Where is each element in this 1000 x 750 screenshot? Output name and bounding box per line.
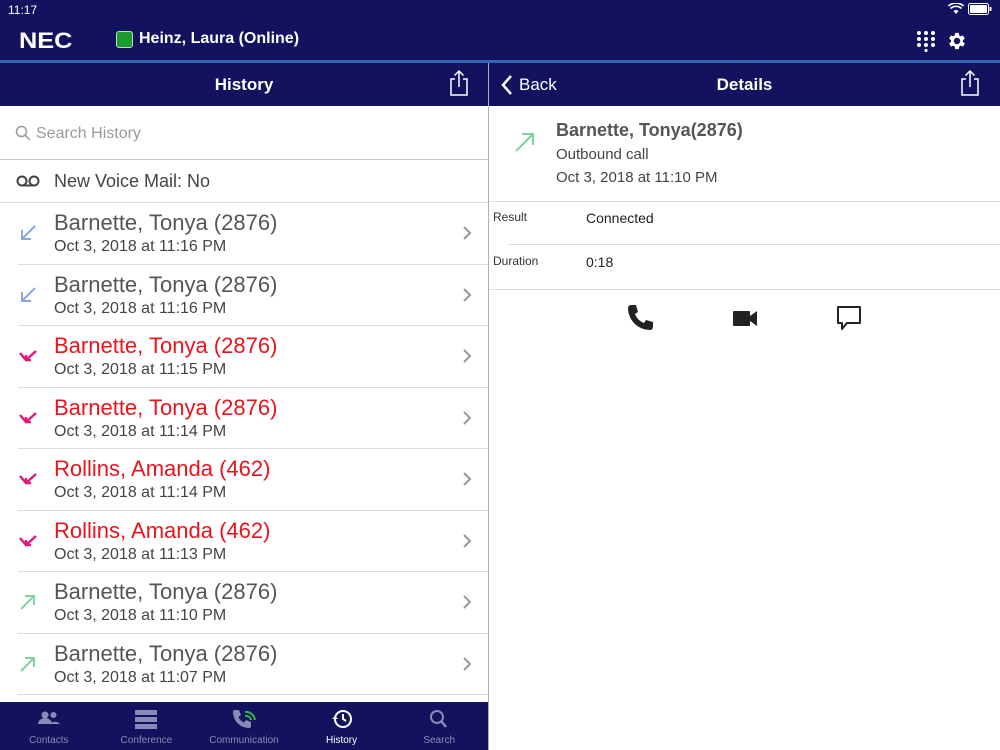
incoming-call-icon	[21, 225, 36, 240]
tab-history[interactable]: History	[293, 702, 391, 750]
history-list: Barnette, Tonya (2876) Oct 3, 2018 at 11:…	[0, 203, 488, 695]
history-date: Oct 3, 2018 at 11:14 PM	[54, 422, 227, 440]
details-title: Details	[716, 75, 773, 94]
result-label: Result	[493, 210, 528, 224]
history-date: Oct 3, 2018 at 11:16 PM	[54, 238, 227, 255]
divider	[509, 244, 1000, 245]
history-contact-name: Barnette, Tonya (2876)	[54, 579, 278, 604]
top-bar: 11:17 NEC Heinz, Laura (Online)	[0, 0, 1000, 63]
contact-name: Barnette, Tonya(2876)	[556, 120, 743, 140]
search-icon	[430, 710, 448, 728]
duration-label: Duration	[493, 254, 539, 268]
action-bar	[489, 303, 1000, 339]
history-date: Oct 3, 2018 at 11:10 PM	[54, 607, 227, 624]
missed-call-icon	[19, 534, 37, 547]
result-value: Connected	[586, 210, 654, 226]
wifi-icon	[948, 3, 964, 14]
missed-call-icon	[19, 350, 37, 362]
history-date: Oct 3, 2018 at 11:15 PM	[54, 361, 227, 378]
communication-icon	[232, 710, 256, 728]
tab-label: Communication	[209, 735, 279, 746]
history-contact-name: Rollins, Amanda (462)	[54, 517, 271, 543]
chevron-right-icon	[463, 410, 472, 425]
chevron-right-icon	[463, 533, 472, 548]
contacts-icon	[37, 711, 60, 724]
tab-communication[interactable]: Communication	[195, 702, 293, 750]
search-input[interactable]	[36, 122, 466, 146]
tab-label: Contacts	[29, 735, 69, 746]
details-panel: Back Details Barnette, Tonya(2876) Outbo…	[489, 63, 1000, 750]
history-date: Oct 3, 2018 at 11:16 PM	[54, 299, 227, 317]
voicemail-icon	[16, 175, 40, 187]
gear-icon[interactable]	[946, 30, 968, 52]
details-header: Back Details	[489, 63, 1000, 106]
share-icon[interactable]	[959, 69, 981, 97]
battery-icon	[968, 3, 992, 15]
conference-icon	[135, 710, 158, 729]
result-row: Result Connected	[489, 202, 1000, 246]
history-icon	[331, 710, 352, 728]
status-indicators	[948, 3, 992, 15]
tab-conference[interactable]: Conference	[98, 702, 196, 750]
tab-search[interactable]: Search	[390, 702, 488, 750]
history-date: Oct 3, 2018 at 11:07 PM	[54, 668, 227, 686]
tab-label: Conference	[120, 735, 173, 746]
duration-row: Duration 0:18	[489, 246, 1000, 290]
history-header: History	[0, 63, 488, 106]
share-icon[interactable]	[448, 69, 470, 97]
history-contact-name: Barnette, Tonya (2876)	[54, 640, 278, 666]
history-row[interactable]: Barnette, Tonya (2876) Oct 3, 2018 at 11:…	[18, 326, 488, 388]
tab-label: Search	[423, 735, 456, 746]
outgoing-call-icon	[20, 595, 35, 610]
history-contact-name: Barnette, Tonya (2876)	[54, 394, 278, 420]
status-time: 11:17	[8, 3, 38, 17]
user-status[interactable]: Heinz, Laura (Online)	[139, 30, 299, 48]
voicemail-status: New Voice Mail: No	[54, 171, 211, 191]
history-row[interactable]: Barnette, Tonya (2876) Oct 3, 2018 at 11:…	[18, 265, 488, 326]
history-contact-name: Barnette, Tonya (2876)	[54, 210, 278, 235]
video-call-icon[interactable]	[730, 303, 760, 333]
app-root: 11:17 NEC Heinz, Laura (Online) History …	[0, 0, 1000, 750]
chevron-right-icon	[463, 287, 472, 302]
voicemail-row[interactable]: New Voice Mail: No	[0, 160, 488, 203]
tab-bar: Contacts Conference Communication Histor…	[0, 702, 488, 750]
outgoing-call-icon	[515, 133, 534, 152]
call-summary: Barnette, Tonya(2876) Outbound call Oct …	[489, 106, 1000, 202]
history-contact-name: Rollins, Amanda (462)	[54, 456, 271, 481]
outgoing-call-icon	[20, 656, 35, 672]
tab-label: History	[326, 735, 358, 746]
missed-call-icon	[19, 411, 37, 424]
chevron-right-icon	[463, 595, 472, 609]
chevron-right-icon	[463, 349, 472, 363]
history-date: Oct 3, 2018 at 11:13 PM	[54, 545, 227, 563]
history-contact-name: Barnette, Tonya (2876)	[54, 333, 278, 358]
duration-value: 0:18	[586, 254, 614, 270]
history-date: Oct 3, 2018 at 11:14 PM	[54, 484, 227, 501]
history-row[interactable]: Rollins, Amanda (462) Oct 3, 2018 at 11:1…	[18, 511, 488, 572]
history-row[interactable]: Barnette, Tonya (2876) Oct 3, 2018 at 11:…	[18, 388, 488, 449]
chevron-right-icon	[463, 226, 472, 240]
phone-icon[interactable]	[625, 303, 655, 333]
nec-logo: NEC	[19, 28, 73, 53]
call-type: Outbound call	[556, 146, 649, 163]
divider	[489, 289, 1000, 290]
search-bar	[0, 106, 488, 160]
chevron-right-icon	[463, 472, 472, 486]
history-row[interactable]: Barnette, Tonya (2876) Oct 3, 2018 at 11:…	[18, 634, 488, 695]
history-row[interactable]: Rollins, Amanda (462) Oct 3, 2018 at 11:1…	[18, 449, 488, 511]
missed-call-icon	[19, 473, 37, 485]
history-panel: History New Voice Mail: No Barnette, Ton…	[0, 63, 488, 750]
history-row[interactable]: Barnette, Tonya (2876) Oct 3, 2018 at 11:…	[18, 203, 488, 265]
history-contact-name: Barnette, Tonya (2876)	[54, 271, 278, 297]
tab-contacts[interactable]: Contacts	[0, 702, 98, 750]
call-date: Oct 3, 2018 at 11:10 PM	[556, 169, 718, 186]
search-icon	[15, 125, 31, 141]
history-row[interactable]: Barnette, Tonya (2876) Oct 3, 2018 at 11:…	[18, 572, 488, 634]
dialpad-icon[interactable]	[916, 30, 936, 52]
chevron-right-icon	[463, 656, 472, 671]
history-title: History	[214, 75, 274, 94]
presence-indicator[interactable]	[116, 31, 133, 48]
chat-icon[interactable]	[834, 303, 864, 333]
incoming-call-icon	[21, 286, 36, 302]
